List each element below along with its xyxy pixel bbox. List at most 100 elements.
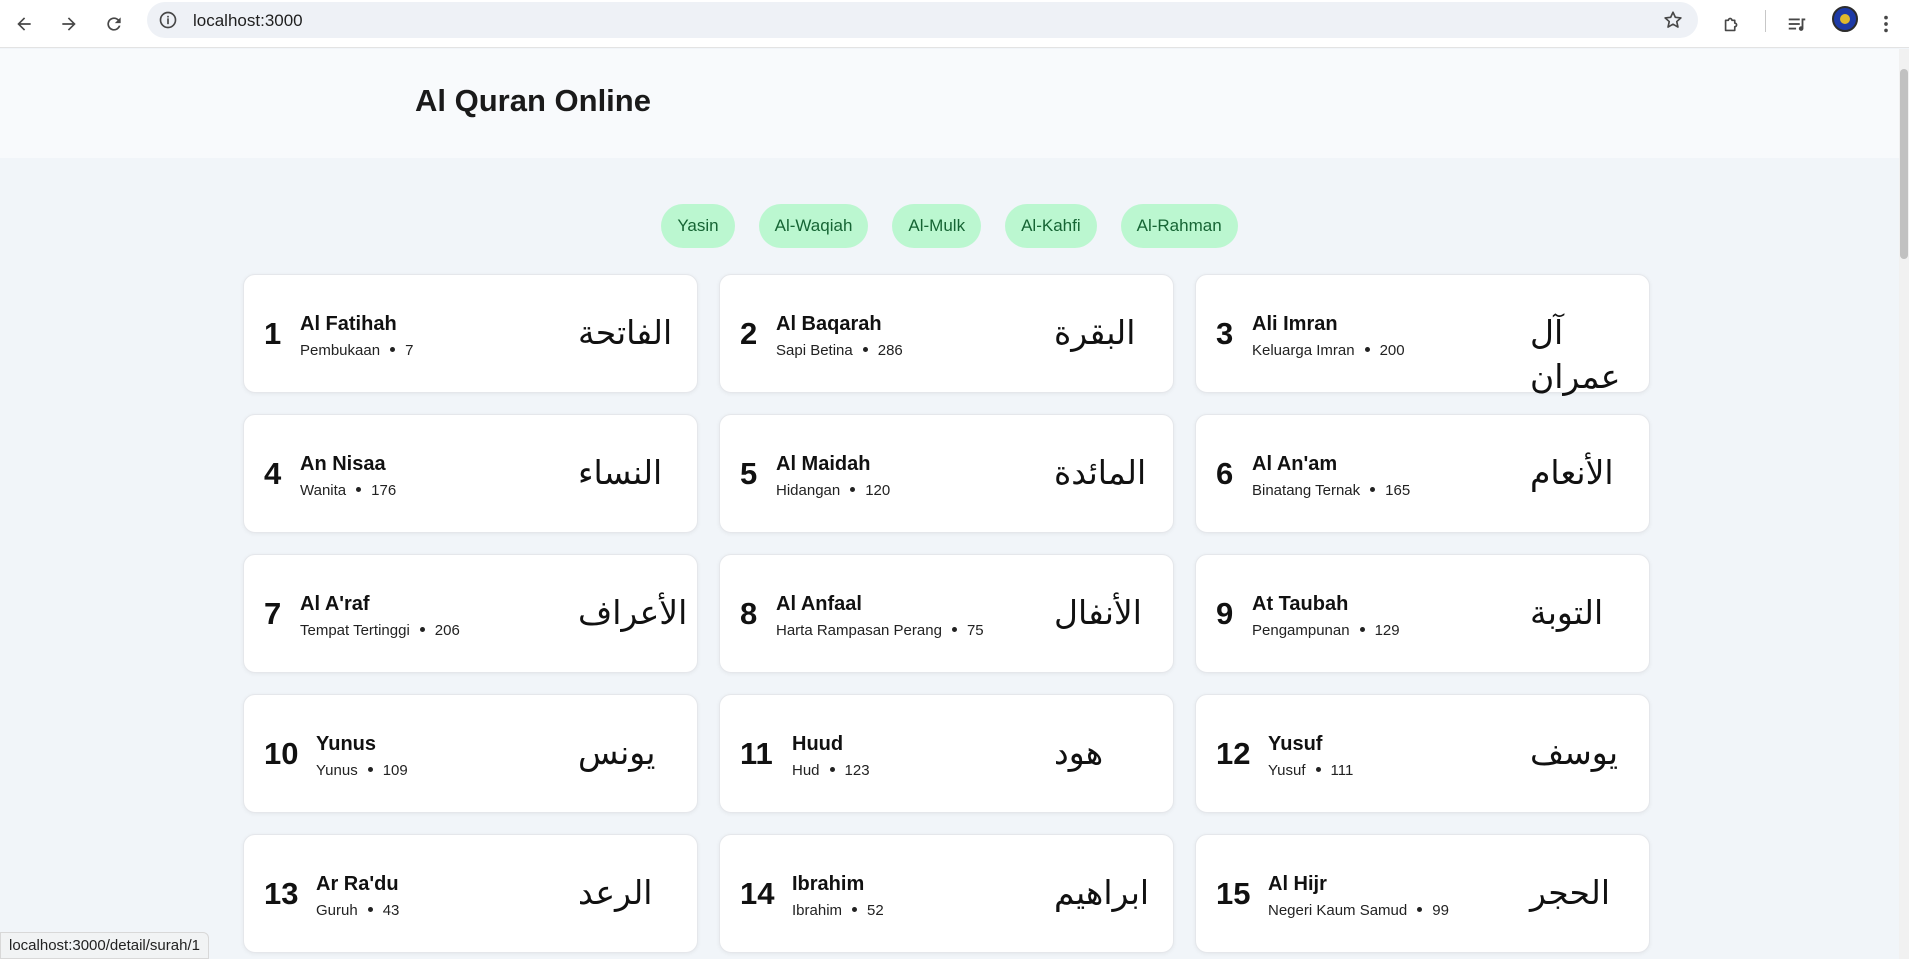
scrollbar-thumb[interactable] xyxy=(1900,69,1908,259)
page-header: Al Quran Online xyxy=(0,49,1899,158)
surah-arabic-name: يوسف xyxy=(1530,733,1619,772)
surah-info: Al Baqarah Sapi Betina 286 xyxy=(776,313,903,359)
page-scrollbar[interactable] xyxy=(1899,49,1909,959)
surah-number: 6 xyxy=(1216,456,1234,491)
surah-meta: Negeri Kaum Samud 99 xyxy=(1268,902,1449,919)
surah-meaning: Hud xyxy=(792,762,820,779)
separator-dot xyxy=(1417,907,1423,913)
surah-arabic-name: الحجر xyxy=(1530,873,1611,912)
quick-link-al-rahman[interactable]: Al-Rahman xyxy=(1120,204,1238,248)
surah-info: Al Anfaal Harta Rampasan Perang 75 xyxy=(776,593,984,639)
surah-card[interactable]: 6 Al An'am Binatang Ternak 165 الأنعام xyxy=(1195,414,1650,533)
separator-dot xyxy=(367,907,373,913)
surah-info: Al Hijr Negeri Kaum Samud 99 xyxy=(1268,873,1449,919)
surah-name: Al A'raf xyxy=(300,593,370,615)
surah-card[interactable]: 15 Al Hijr Negeri Kaum Samud 99 الحجر xyxy=(1195,834,1650,953)
bookmark-star-icon[interactable] xyxy=(1662,9,1684,31)
surah-meta: Wanita 176 xyxy=(300,482,396,499)
separator-dot xyxy=(850,487,856,493)
surah-card[interactable]: 7 Al A'raf Tempat Tertinggi 206 الأعراف xyxy=(243,554,698,673)
surah-ayat-count: 200 xyxy=(1379,342,1405,359)
toolbar-divider xyxy=(1765,10,1766,32)
surah-number: 7 xyxy=(264,596,282,631)
surah-card[interactable]: 2 Al Baqarah Sapi Betina 286 البقرة xyxy=(719,274,1174,393)
extensions-icon[interactable] xyxy=(1714,6,1750,42)
surah-meta: Tempat Tertinggi 206 xyxy=(300,622,460,639)
surah-ayat-count: 75 xyxy=(966,622,984,639)
surah-meaning: Yusuf xyxy=(1268,762,1306,779)
media-control-icon[interactable] xyxy=(1779,6,1815,42)
surah-number: 5 xyxy=(740,456,758,491)
reload-button[interactable] xyxy=(96,6,132,42)
surah-info: Yunus Yunus 109 xyxy=(316,733,408,779)
surah-info: At Taubah Pengampunan 129 xyxy=(1252,593,1400,639)
quick-links: Yasin Al-Waqiah Al-Mulk Al-Kahfi Al-Rahm… xyxy=(0,204,1899,248)
surah-card[interactable]: 10 Yunus Yunus 109 يونس xyxy=(243,694,698,813)
forward-button[interactable] xyxy=(51,6,87,42)
surah-number: 14 xyxy=(740,876,775,911)
surah-card[interactable]: 14 Ibrahim Ibrahim 52 ابراهيم xyxy=(719,834,1174,953)
surah-arabic-name: آل عمران xyxy=(1530,313,1621,396)
surah-number: 4 xyxy=(264,456,282,491)
back-button[interactable] xyxy=(6,6,42,42)
surah-meaning: Ibrahim xyxy=(792,902,843,919)
surah-card[interactable]: 12 Yusuf Yusuf 111 يوسف xyxy=(1195,694,1650,813)
surah-meta: Binatang Ternak 165 xyxy=(1252,482,1410,499)
surah-meta: Sapi Betina 286 xyxy=(776,342,903,359)
quick-link-al-kahfi[interactable]: Al-Kahfi xyxy=(1005,204,1097,248)
quick-link-al-mulk[interactable]: Al-Mulk xyxy=(892,204,982,248)
surah-number: 10 xyxy=(264,736,299,771)
surah-card[interactable]: 11 Huud Hud 123 هود xyxy=(719,694,1174,813)
surah-card[interactable]: 8 Al Anfaal Harta Rampasan Perang 75 الأن… xyxy=(719,554,1174,673)
surah-meta: Ibrahim 52 xyxy=(792,902,884,919)
surah-name: Al Fatihah xyxy=(300,313,397,335)
surah-arabic-name: الرعد xyxy=(578,873,653,912)
reload-icon xyxy=(107,17,121,31)
surah-card[interactable]: 9 At Taubah Pengampunan 129 التوبة xyxy=(1195,554,1650,673)
surah-meta: Hidangan 120 xyxy=(776,482,890,499)
surah-card[interactable]: 1 Al Fatihah Pembukaan 7 الفاتحة xyxy=(243,274,698,393)
more-menu-icon[interactable] xyxy=(1868,6,1904,42)
surah-info: Al Fatihah Pembukaan 7 xyxy=(300,313,413,359)
surah-meaning: Guruh xyxy=(316,902,358,919)
surah-card[interactable]: 13 Ar Ra'du Guruh 43 الرعد xyxy=(243,834,698,953)
surah-number: 3 xyxy=(1216,316,1234,351)
surah-ayat-count: 123 xyxy=(844,762,870,779)
surah-card[interactable]: 5 Al Maidah Hidangan 120 المائدة xyxy=(719,414,1174,533)
surah-info: Huud Hud 123 xyxy=(792,733,870,779)
surah-card[interactable]: 4 An Nisaa Wanita 176 النساء xyxy=(243,414,698,533)
surah-meta: Keluarga Imran 200 xyxy=(1252,342,1405,359)
surah-ayat-count: 52 xyxy=(867,902,884,919)
quick-link-yasin[interactable]: Yasin xyxy=(661,204,735,248)
surah-card[interactable]: 3 Ali Imran Keluarga Imran 200 آل عمران xyxy=(1195,274,1650,396)
separator-dot xyxy=(852,907,858,913)
surah-meaning: Wanita xyxy=(300,482,347,499)
surah-name: Ali Imran xyxy=(1252,313,1338,335)
surah-arabic-name: التوبة xyxy=(1530,593,1604,632)
surah-arabic-name: النساء xyxy=(578,453,663,492)
surah-arabic-name: الفاتحة xyxy=(578,313,673,352)
surah-info: Ar Ra'du Guruh 43 xyxy=(316,873,399,919)
surah-meta: Guruh 43 xyxy=(316,902,399,919)
address-bar[interactable]: localhost:3000 xyxy=(147,2,1698,38)
surah-arabic-name: يونس xyxy=(578,733,656,772)
surah-number: 15 xyxy=(1216,876,1251,911)
surah-meaning: Harta Rampasan Perang xyxy=(776,622,942,639)
separator-dot xyxy=(356,487,362,493)
quick-link-al-waqiah[interactable]: Al-Waqiah xyxy=(758,204,869,248)
surah-info: Yusuf Yusuf 111 xyxy=(1268,733,1353,779)
surah-number: 9 xyxy=(1216,596,1234,631)
surah-name: Al Hijr xyxy=(1268,873,1327,895)
surah-meta: Hud 123 xyxy=(792,762,870,779)
surah-info: Al A'raf Tempat Tertinggi 206 xyxy=(300,593,460,639)
arrow-left-icon xyxy=(17,17,31,31)
surah-ayat-count: 111 xyxy=(1330,762,1354,779)
profile-avatar[interactable] xyxy=(1832,6,1858,32)
surah-arabic-name: الأعراف xyxy=(578,593,688,632)
surah-name: Ibrahim xyxy=(792,873,865,895)
site-info-icon[interactable] xyxy=(157,9,179,31)
surah-number: 1 xyxy=(264,316,282,351)
url-text[interactable]: localhost:3000 xyxy=(193,11,303,31)
separator-dot xyxy=(390,347,396,353)
surah-name: Al Anfaal xyxy=(776,593,862,615)
